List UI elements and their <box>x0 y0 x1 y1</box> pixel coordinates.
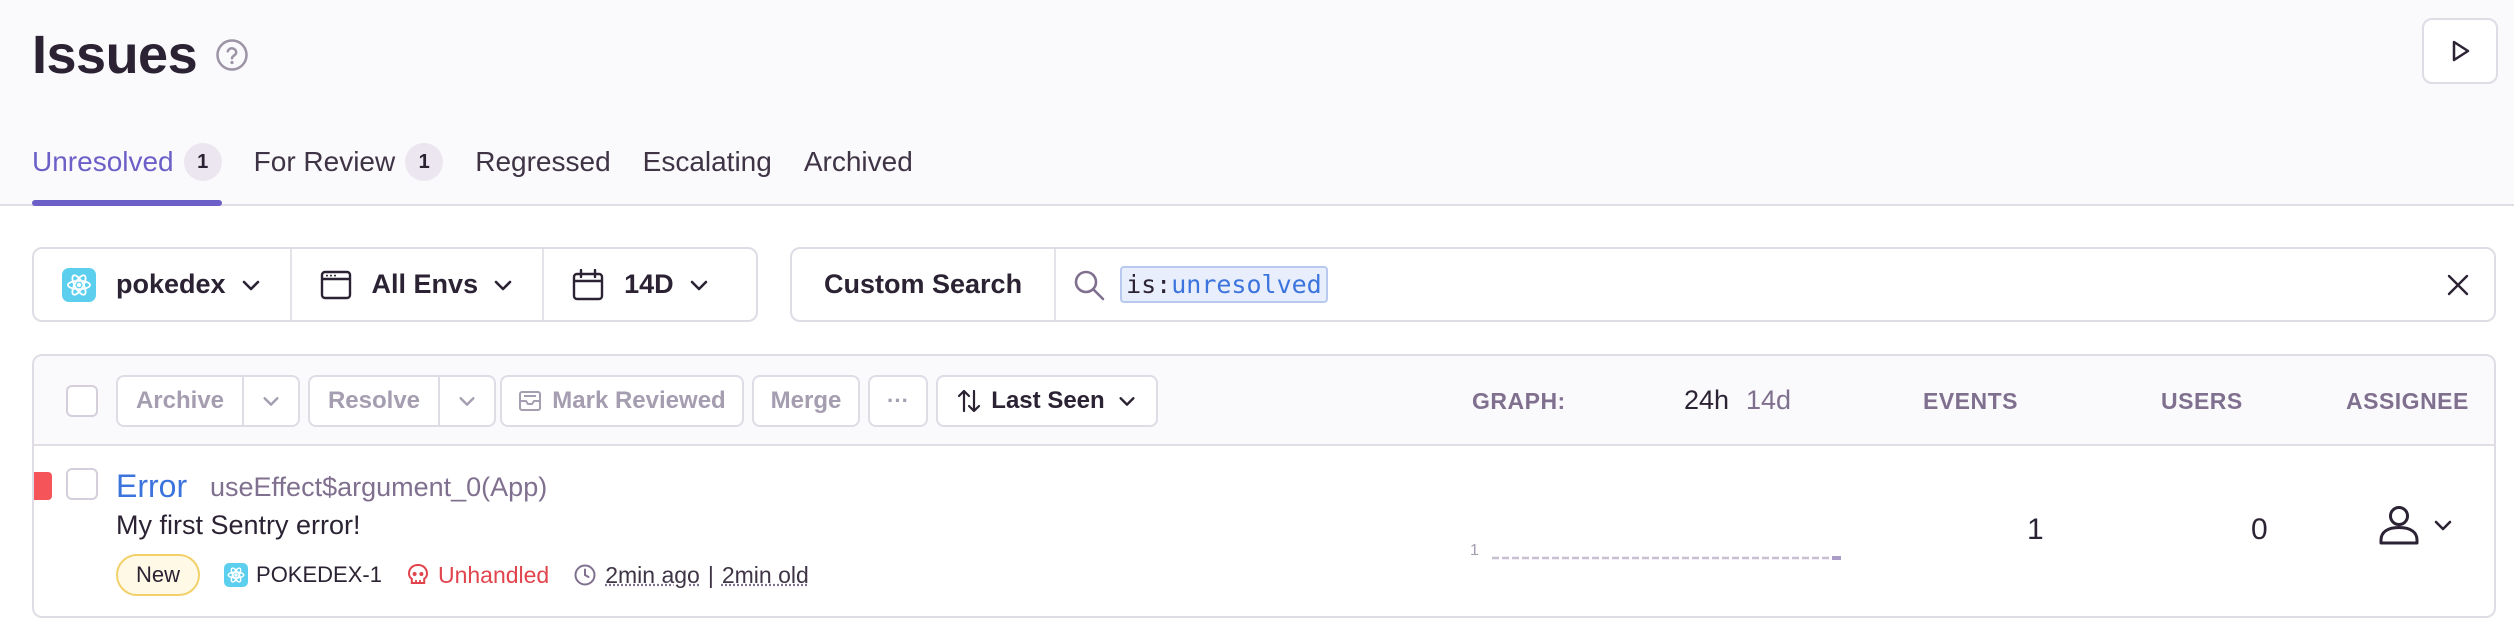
chevron-down-icon <box>240 274 262 296</box>
first-seen[interactable]: 2min old <box>722 562 809 589</box>
short-id-label: POKEDEX-1 <box>256 562 382 587</box>
unhandled-label: Unhandled <box>406 562 549 589</box>
calendar-icon <box>572 268 604 301</box>
tab-regressed[interactable]: Regressed <box>475 138 610 186</box>
clock-icon <box>573 563 597 587</box>
sort-selector[interactable]: Last Seen <box>936 375 1158 427</box>
tab-escalating[interactable]: Escalating <box>643 138 772 186</box>
event-trend-graph: 1 <box>1470 542 1870 568</box>
new-badge: New <box>116 554 201 596</box>
select-all-checkbox[interactable] <box>66 385 98 417</box>
close-icon[interactable] <box>2444 271 2472 299</box>
issues-list-panel: Archive Resolve Mark Reviewed Merge ··· … <box>32 354 2496 618</box>
title-row: Issues <box>32 24 249 86</box>
issue-culprit: useEffect$argument_0(App) <box>210 472 548 502</box>
search-query-token[interactable]: is:unresolved <box>1120 266 1328 303</box>
last-seen[interactable]: 2min ago <box>605 562 700 589</box>
users-count: 0 <box>2251 513 2268 546</box>
tab-label: Regressed <box>475 146 611 177</box>
issue-search-bar: Custom Search is:unresolved <box>790 247 2496 322</box>
date-range-selector[interactable]: 14D <box>542 249 738 320</box>
chevron-down-icon <box>2432 514 2454 536</box>
issue-tabs: Unresolved 1 For Review 1 Regressed Esca… <box>32 138 945 206</box>
issue-timestamps: 2min ago | 2min old <box>573 562 809 589</box>
project-selector[interactable]: pokedex <box>34 249 290 320</box>
tab-label: Unresolved <box>32 146 174 177</box>
issue-meta: New POKEDEX-1 Unhandled 2min ago | 2min … <box>116 554 809 596</box>
events-column-header[interactable]: EVENTS <box>1923 388 2018 415</box>
chevron-down-icon <box>261 391 281 411</box>
graph-column-header: GRAPH: <box>1472 388 1566 414</box>
environment-value: All Envs <box>371 269 479 299</box>
play-tour-button[interactable] <box>2422 18 2498 84</box>
tab-count-badge: 1 <box>405 143 444 181</box>
page-title: Issues <box>32 25 198 85</box>
graph-14d-toggle[interactable]: 14d <box>1746 385 1791 416</box>
react-icon <box>224 563 249 587</box>
environment-selector[interactable]: All Envs <box>289 249 543 320</box>
short-id[interactable]: POKEDEX-1 <box>224 562 382 588</box>
tab-label: For Review <box>253 146 396 177</box>
issue-checkbox[interactable] <box>66 468 98 500</box>
page-header: Issues Unresolved 1 For Review 1 Regress… <box>0 0 2514 206</box>
question-circle-icon[interactable] <box>215 38 249 72</box>
page-filter-bar: pokedex All Envs 14D <box>32 247 758 322</box>
issue-row[interactable]: Error useEffect$argument_0(App) My first… <box>34 448 2494 616</box>
date-range-value: 14D <box>624 269 674 299</box>
issue-message: My first Sentry error! <box>116 510 361 540</box>
token-key: is: <box>1126 270 1172 299</box>
resolve-options-button[interactable] <box>438 375 496 427</box>
chevron-down-icon <box>457 391 477 411</box>
user-icon <box>2376 502 2422 548</box>
chevron-down-icon <box>492 274 514 296</box>
graph-24h-toggle[interactable]: 24h <box>1684 385 1729 416</box>
sort-icon <box>957 388 981 414</box>
users-column-header[interactable]: USERS <box>2161 388 2243 415</box>
sparkline <box>1492 556 1841 560</box>
error-level-indicator <box>34 472 52 500</box>
chevron-down-icon <box>688 274 710 296</box>
sort-label: Last Seen <box>991 387 1105 414</box>
assignee-column-header: ASSIGNEE <box>2346 388 2469 414</box>
issues-toolbar: Archive Resolve Mark Reviewed Merge ··· … <box>34 356 2494 446</box>
more-actions-button[interactable]: ··· <box>868 375 928 427</box>
mark-reviewed-label: Mark Reviewed <box>552 387 726 414</box>
tab-for-review[interactable]: For Review 1 <box>254 138 444 186</box>
custom-search-button[interactable]: Custom Search <box>792 249 1057 320</box>
unhandled-text: Unhandled <box>437 561 550 588</box>
mark-reviewed-icon <box>518 389 542 413</box>
events-count: 1 <box>2027 513 2044 546</box>
window-icon <box>320 270 352 300</box>
tab-label: Escalating <box>642 146 772 177</box>
issue-title-link[interactable]: Error <box>116 468 187 505</box>
resolve-button[interactable]: Resolve <box>308 375 440 427</box>
tab-label: Archived <box>803 146 913 177</box>
skull-icon <box>406 563 430 587</box>
archive-button[interactable]: Archive <box>116 375 244 427</box>
assignee-selector[interactable] <box>2376 502 2454 548</box>
tab-unresolved[interactable]: Unresolved 1 <box>32 138 222 206</box>
play-icon <box>2447 38 2473 64</box>
token-value: unresolved <box>1171 270 1322 299</box>
search-icon <box>1072 268 1106 302</box>
archive-options-button[interactable] <box>242 375 300 427</box>
chevron-down-icon <box>1117 391 1137 411</box>
react-icon <box>62 267 96 302</box>
tab-archived[interactable]: Archived <box>804 138 913 186</box>
project-name: pokedex <box>116 269 226 299</box>
merge-button[interactable]: Merge <box>752 375 860 427</box>
tab-count-badge: 1 <box>183 143 222 181</box>
timestamp-separator: | <box>707 561 714 588</box>
mark-reviewed-button[interactable]: Mark Reviewed <box>500 375 744 427</box>
